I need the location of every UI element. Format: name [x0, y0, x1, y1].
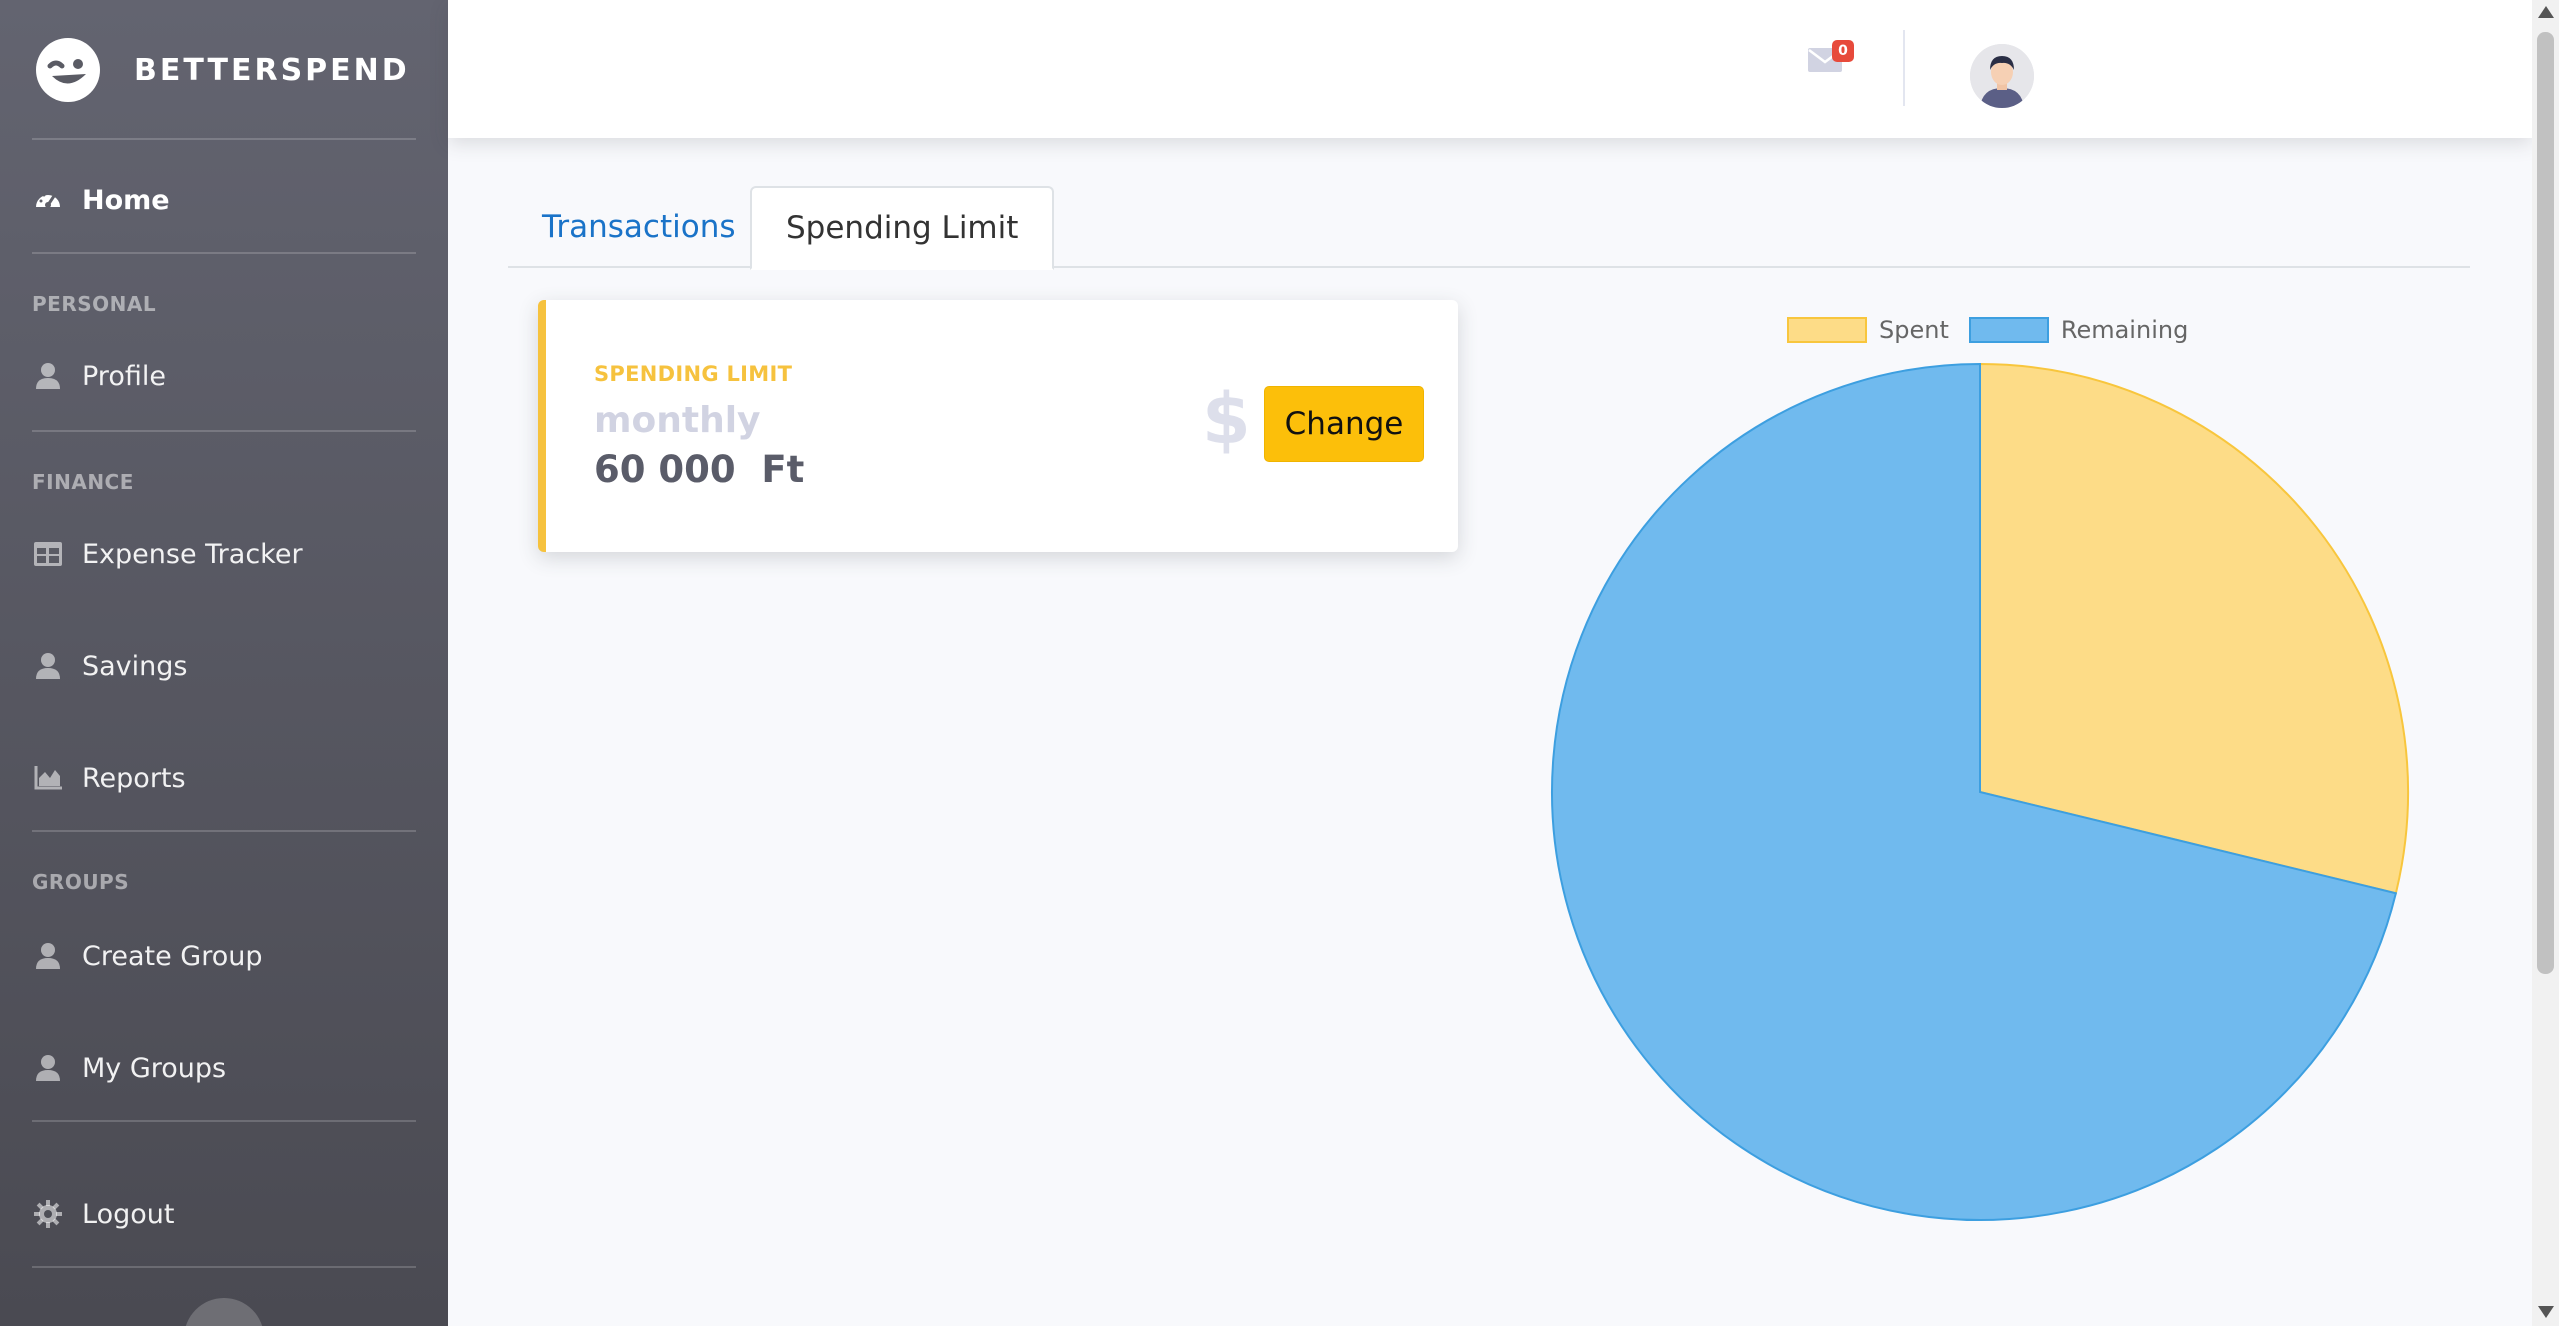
sidebar-item-label: Profile: [82, 360, 166, 392]
sidebar-item-home[interactable]: Home: [32, 170, 416, 230]
limit-amount: 60 000 Ft: [594, 448, 805, 491]
dollar-icon: $: [1202, 378, 1251, 460]
divider: [32, 138, 416, 140]
winking-face-icon: [36, 38, 100, 102]
area-chart-icon: [32, 762, 64, 794]
user-avatar-icon[interactable]: [1970, 44, 2034, 108]
table-icon: [32, 538, 64, 570]
user-icon: [32, 940, 64, 972]
divider: [32, 430, 416, 432]
section-heading-finance: FINANCE: [32, 470, 134, 494]
user-icon: [32, 650, 64, 682]
card-title: SPENDING LIMIT: [594, 362, 793, 386]
section-heading-personal: PERSONAL: [32, 292, 157, 316]
divider: [32, 830, 416, 832]
tachometer-icon: [32, 184, 64, 216]
scroll-up-arrow-icon[interactable]: [2538, 6, 2554, 18]
topbar: [448, 0, 2532, 138]
sidebar-item-label: Create Group: [82, 940, 263, 972]
limit-period: monthly: [594, 400, 761, 441]
tab-bar: Transactions Spending Limit: [508, 186, 2470, 270]
sidebar-toggle-button[interactable]: [184, 1298, 264, 1326]
divider: [32, 252, 416, 254]
sidebar-item-reports[interactable]: Reports: [32, 748, 416, 808]
spending-pie-chart: Spent Remaining: [1520, 300, 2450, 1240]
sidebar-item-label: Home: [82, 184, 170, 216]
sidebar-item-label: Reports: [82, 762, 186, 794]
user-icon: [32, 360, 64, 392]
change-limit-button[interactable]: Change: [1264, 386, 1424, 462]
pie-svg: [1551, 362, 2409, 1221]
user-icon: [32, 1052, 64, 1084]
scroll-thumb[interactable]: [2537, 32, 2554, 974]
sidebar-item-logout[interactable]: Logout: [32, 1184, 416, 1244]
topbar-divider: [1903, 30, 1905, 106]
sidebar: BETTERSPEND Home PERSONAL Profile FINANC…: [0, 0, 448, 1326]
brand-name: BETTERSPEND: [134, 52, 410, 88]
sidebar-item-label: My Groups: [82, 1052, 227, 1084]
sidebar-item-create-group[interactable]: Create Group: [32, 926, 416, 986]
divider: [32, 1266, 416, 1268]
section-heading-groups: GROUPS: [32, 870, 130, 894]
gear-icon: [32, 1198, 64, 1230]
sidebar-item-label: Logout: [82, 1198, 175, 1230]
sidebar-item-savings[interactable]: Savings: [32, 636, 416, 696]
brand[interactable]: BETTERSPEND: [36, 36, 410, 104]
sidebar-item-label: Savings: [82, 650, 188, 682]
spending-limit-card: SPENDING LIMIT monthly 60 000 Ft $ Chang…: [538, 300, 1458, 552]
sidebar-item-profile[interactable]: Profile: [32, 346, 416, 406]
tab-spending-limit[interactable]: Spending Limit: [750, 186, 1055, 270]
sidebar-item-expense-tracker[interactable]: Expense Tracker: [32, 524, 416, 584]
scroll-down-arrow-icon[interactable]: [2538, 1306, 2554, 1318]
sidebar-item-my-groups[interactable]: My Groups: [32, 1038, 416, 1098]
sidebar-item-label: Expense Tracker: [82, 538, 303, 570]
message-count-badge: 0: [1832, 40, 1854, 62]
page-scrollbar[interactable]: [2532, 0, 2559, 1326]
divider: [32, 1120, 416, 1122]
tab-transactions[interactable]: Transactions: [508, 186, 770, 268]
